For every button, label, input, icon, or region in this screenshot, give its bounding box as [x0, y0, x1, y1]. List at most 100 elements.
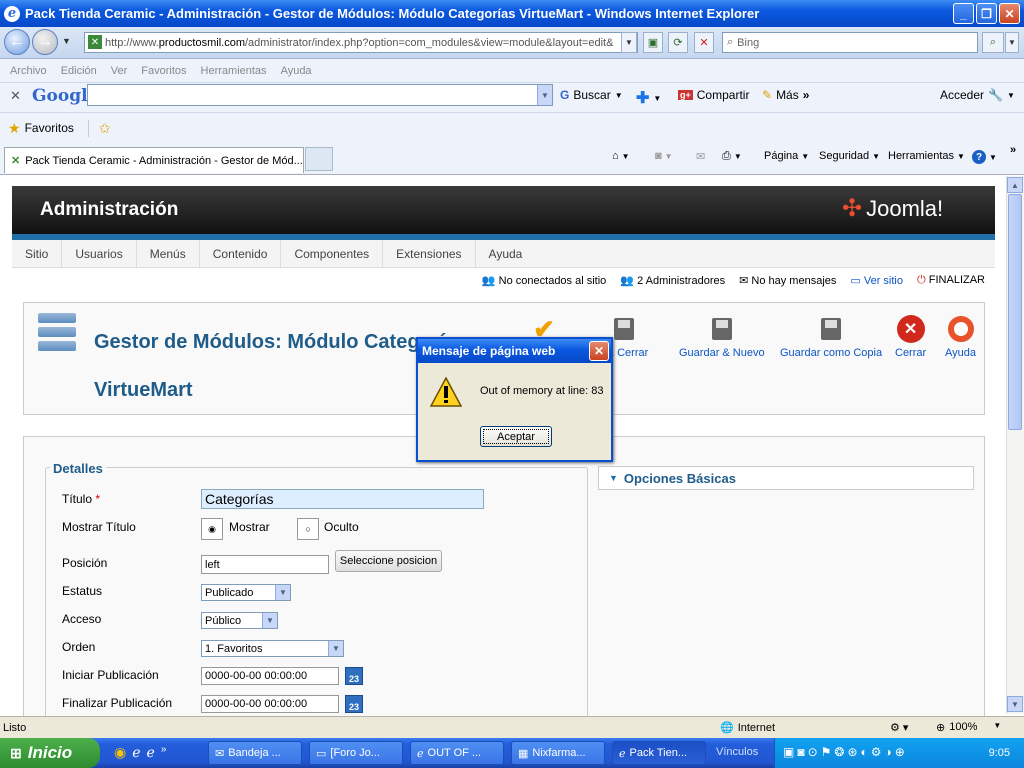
basic-options-panel[interactable]: ▼ Opciones Básicas	[598, 466, 974, 490]
new-tab-button[interactable]	[305, 147, 333, 171]
pagina-menu[interactable]: Página ▼	[764, 150, 809, 162]
more-commands-icon[interactable]: »	[1010, 144, 1016, 156]
zone-indicator[interactable]: 🌐 Internet	[720, 721, 775, 735]
nav-menus[interactable]: Menús	[137, 239, 200, 268]
task-nixfarma[interactable]: ▦ Nixfarma...	[511, 741, 605, 765]
window-title-bar[interactable]: e Pack Tienda Ceramic - Administración -…	[0, 0, 1024, 27]
search-input[interactable]: ⌕ Bing	[722, 32, 978, 53]
chevron-down-icon: ▼	[872, 151, 881, 161]
scroll-down-icon[interactable]: ▼	[1007, 696, 1023, 712]
search-button[interactable]: ⌕	[982, 32, 1004, 53]
mail-icon: ✉	[215, 747, 225, 760]
ie-icon[interactable]: ℯ	[147, 744, 155, 761]
task-bandeja[interactable]: ✉ Bandeja ...	[208, 741, 302, 765]
compatibility-view-icon[interactable]: ▣	[643, 32, 663, 53]
google-buscar-button[interactable]: G Buscar ▼	[560, 88, 623, 102]
favorites-bar: ★ Favoritos ✩	[0, 113, 1024, 143]
forward-button[interactable]: →	[32, 29, 58, 55]
nav-ayuda[interactable]: Ayuda	[476, 240, 536, 268]
menu-archivo[interactable]: Archivo	[10, 65, 47, 77]
feeds-button[interactable]: ◙ ▼	[655, 150, 673, 162]
order-select[interactable]: 1. Favoritos ▼	[201, 640, 344, 657]
logout-link[interactable]: ⏻ FINALIZAR	[917, 274, 985, 287]
nav-usuarios[interactable]: Usuarios	[62, 239, 137, 268]
maximize-button[interactable]: ❐	[976, 3, 997, 24]
save-copy-button[interactable]: Guardar como Copia	[780, 315, 882, 359]
close-toolbar-icon[interactable]: ✕	[10, 88, 21, 104]
google-plus-button[interactable]: ✚ ▼	[636, 88, 661, 108]
address-input[interactable]: http://www. productosmil.com/administrato…	[84, 32, 638, 53]
show-title-label: Mostrar Título	[62, 520, 136, 534]
address-dropdown-icon[interactable]: ▼	[621, 32, 637, 53]
nav-componentes[interactable]: Componentes	[281, 239, 384, 268]
show-title-radio[interactable]: ◉	[201, 518, 223, 540]
dialog-ok-button[interactable]: Aceptar	[480, 426, 552, 447]
menu-herramientas[interactable]: Herramientas	[201, 65, 267, 77]
start-publish-input[interactable]: 0000-00-00 00:00:00	[201, 667, 339, 685]
tray-icons[interactable]: ▣◙⊙⚑❂⊛◐⚙◑⊕	[783, 745, 908, 759]
add-favorite-icon[interactable]: ✩	[87, 119, 111, 137]
nav-extensiones[interactable]: Extensiones	[383, 239, 476, 268]
vinculos-toolbar[interactable]: Vínculos	[716, 746, 758, 758]
favorites-button[interactable]: Favoritos	[25, 121, 74, 135]
dialog-title-bar[interactable]: Mensaje de página web ✕	[418, 339, 611, 363]
herramientas-menu[interactable]: Herramientas ▼	[888, 150, 965, 162]
help-menu[interactable]: ? ▼	[972, 150, 997, 164]
chrome-icon[interactable]: ◉	[114, 744, 126, 761]
select-position-button[interactable]: Seleccione posicion	[335, 550, 442, 572]
home-button[interactable]: ⌂ ▼	[612, 150, 630, 162]
dialog-close-button[interactable]: ✕	[589, 341, 609, 361]
nav-contenido[interactable]: Contenido	[200, 239, 282, 268]
status-select[interactable]: Publicado ▼	[201, 584, 291, 601]
window-icon: ▭	[316, 747, 327, 760]
history-dropdown-icon[interactable]: ▼	[62, 36, 71, 46]
google-search-dropdown-icon[interactable]: ▼	[537, 85, 552, 105]
menu-edicion[interactable]: Edición	[61, 65, 97, 77]
more-quick-launch-icon[interactable]: »	[161, 744, 167, 761]
search-options-icon[interactable]: ▼	[1005, 32, 1019, 53]
messages-status: ✉ No hay mensajes	[739, 274, 837, 287]
joomla-logo-icon: ✣	[842, 195, 863, 222]
help-button[interactable]: Ayuda	[945, 315, 976, 359]
google-mas-button[interactable]: ✎ Más »	[762, 88, 809, 102]
menu-favoritos[interactable]: Favoritos	[141, 65, 186, 77]
close-button[interactable]: ✕ Cerrar	[895, 315, 926, 359]
task-foro[interactable]: ▭ [Foro Jo...	[309, 741, 403, 765]
refresh-icon[interactable]: ⟳	[668, 32, 688, 53]
save-new-button[interactable]: Guardar & Nuevo	[679, 315, 765, 359]
calendar-icon[interactable]: 23	[345, 667, 363, 685]
start-button[interactable]: ⊞ Inicio	[0, 738, 100, 768]
menu-ver[interactable]: Ver	[111, 65, 128, 77]
print-button[interactable]: ⎙ ▼	[722, 150, 742, 163]
access-select[interactable]: Público ▼	[201, 612, 278, 629]
end-publish-input[interactable]: 0000-00-00 00:00:00	[201, 695, 339, 713]
title-input[interactable]: Categorías	[201, 489, 484, 509]
tab-pack-tienda[interactable]: ✕ Pack Tienda Ceramic - Administración -…	[4, 147, 304, 173]
zoom-control[interactable]: ⊕ 100% ▼	[936, 721, 1001, 734]
back-button[interactable]: ←	[4, 29, 30, 55]
google-search-input[interactable]	[87, 84, 553, 106]
ie-icon[interactable]: ℯ	[132, 744, 140, 761]
menu-ayuda[interactable]: Ayuda	[281, 65, 312, 77]
stop-icon[interactable]: ✕	[694, 32, 714, 53]
google-acceder-button[interactable]: Acceder 🔧 ▼	[940, 88, 1015, 102]
mail-button[interactable]: ✉	[696, 150, 705, 163]
order-label: Orden	[62, 640, 96, 654]
scrollbar-thumb[interactable]	[1008, 194, 1022, 430]
position-input[interactable]: left	[201, 555, 329, 574]
nav-sitio[interactable]: Sitio	[12, 239, 63, 268]
google-compartir-button[interactable]: g+ Compartir	[678, 88, 749, 102]
warning-icon	[430, 377, 462, 407]
minimize-button[interactable]: _	[953, 3, 974, 24]
protected-mode-icon[interactable]: ⚙ ▾	[890, 721, 908, 734]
scroll-up-icon[interactable]: ▲	[1007, 177, 1023, 193]
calendar-icon[interactable]: 23	[345, 695, 363, 713]
view-site-link[interactable]: ▭ Ver sitio	[850, 274, 903, 287]
chevron-down-icon: ▼	[801, 151, 810, 161]
hide-title-radio[interactable]: ○	[297, 518, 319, 540]
task-pack-tienda[interactable]: ℯ Pack Tien...	[612, 741, 706, 765]
task-out-of[interactable]: ℯ OUT OF ...	[410, 741, 504, 765]
chevron-down-icon: ▼	[993, 721, 1002, 730]
close-window-button[interactable]: ✕	[999, 3, 1020, 24]
seguridad-menu[interactable]: Seguridad ▼	[819, 150, 880, 162]
